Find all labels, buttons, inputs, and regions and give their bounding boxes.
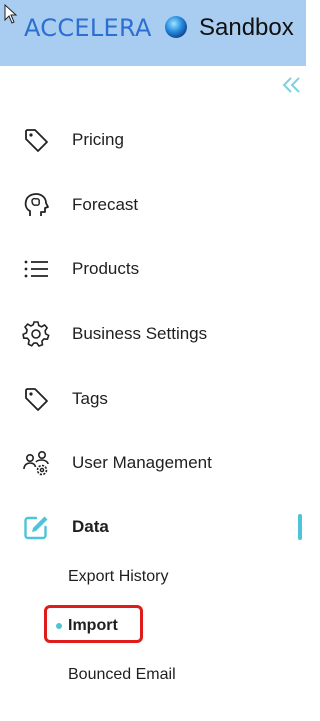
gear-icon — [22, 321, 50, 347]
app-header: ACCELERA Sandbox — [0, 0, 306, 66]
logo-orb-icon — [165, 16, 187, 38]
users-gear-icon — [23, 450, 49, 476]
sidebar-item-label: Tags — [72, 389, 108, 408]
sidebar-item-label: Data — [72, 517, 109, 536]
sidebar-item-user-management[interactable]: User Management — [0, 443, 306, 483]
list-icon — [24, 260, 48, 278]
sidebar-item-label: Business Settings — [72, 324, 208, 343]
sidebar-item-label: User Management — [72, 453, 212, 472]
head-brain-icon — [24, 193, 49, 216]
subnav-item-import[interactable]: Import — [68, 612, 118, 640]
sidebar-item-tags[interactable]: Tags — [0, 379, 306, 419]
active-indicator — [298, 514, 302, 540]
sidebar-item-pricing[interactable]: Pricing — [0, 120, 306, 160]
sidebar-item-label: Pricing — [72, 130, 124, 149]
sidebar-item-label: Forecast — [72, 195, 139, 214]
environment-label: Sandbox — [199, 14, 294, 41]
sidebar-item-products[interactable]: Products — [0, 249, 306, 289]
mouse-cursor-icon — [4, 4, 18, 24]
sidebar-item-label: Products — [72, 259, 140, 278]
subnav-item-bounced-email[interactable]: Bounced Email — [68, 661, 176, 689]
tag-icon — [25, 129, 48, 152]
tag-icon — [25, 388, 48, 411]
sidebar-item-data[interactable]: Data — [0, 507, 306, 547]
sidebar-item-forecast[interactable]: Forecast — [0, 185, 306, 225]
sidebar-item-business-settings[interactable]: Business Settings — [0, 314, 306, 354]
double-chevron-left-icon[interactable] — [280, 75, 302, 95]
app-logo[interactable]: ACCELERA — [24, 14, 152, 42]
edit-icon — [24, 516, 48, 540]
active-dot-icon — [56, 623, 62, 629]
subnav-item-export-history[interactable]: Export History — [68, 563, 168, 591]
